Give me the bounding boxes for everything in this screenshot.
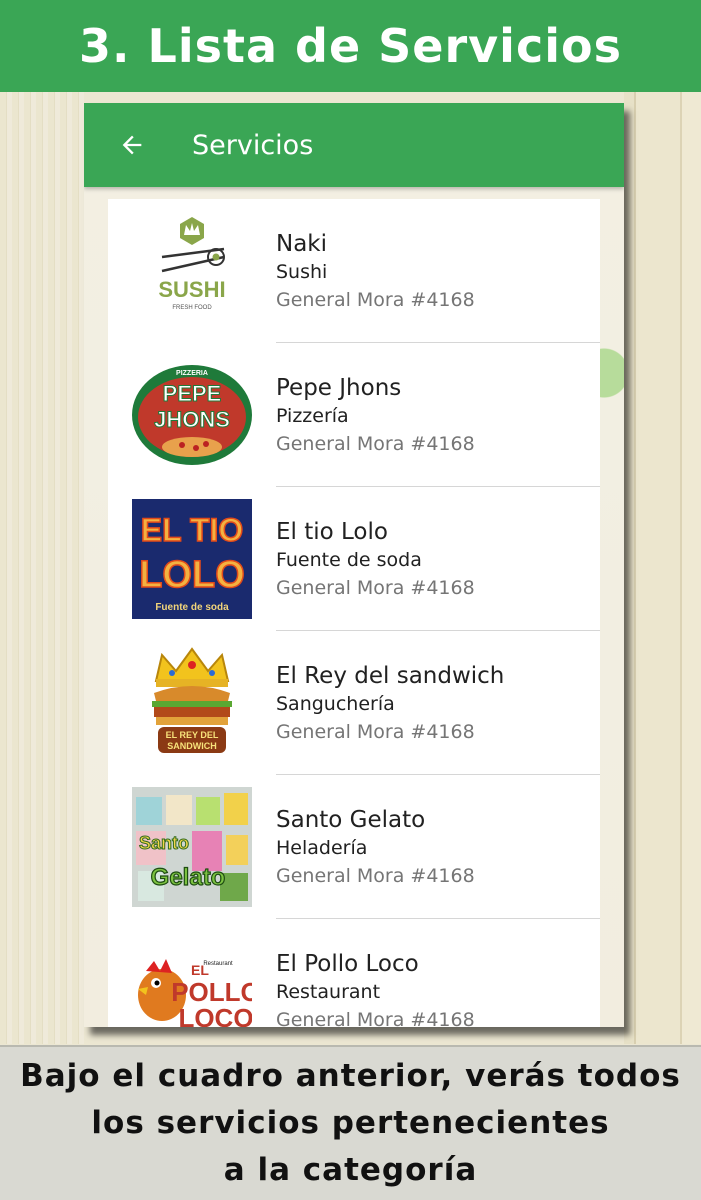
service-name: Pepe Jhons xyxy=(276,375,402,401)
caption-line-1: Bajo el cuadro anterior, verás todos xyxy=(20,1058,681,1094)
service-category: Pizzería xyxy=(276,405,349,427)
svg-text:PIZZERIA: PIZZERIA xyxy=(176,370,208,377)
service-address: General Mora #4168 xyxy=(276,1009,475,1027)
banner-title: 3. Lista de Servicios xyxy=(79,19,622,73)
service-item-el-rey-del-sandwich[interactable]: EL REY DEL SANDWICH El Rey del sandwich … xyxy=(108,631,600,775)
pepe-jhons-logo: PIZZERIA PEPE JHONS xyxy=(132,355,252,475)
arrow-left-icon xyxy=(122,135,142,155)
service-item-naki[interactable]: SUSHI FRESH FOOD Naki Sushi General Mora… xyxy=(108,199,600,343)
el-tio-lolo-logo: EL TIO LOLO Fuente de soda xyxy=(132,499,252,619)
service-name: El Rey del sandwich xyxy=(276,663,505,689)
service-item-santo-gelato[interactable]: Santo Gelato Santo Gelato Heladería Gene… xyxy=(108,775,600,919)
svg-text:SANDWICH: SANDWICH xyxy=(167,741,217,751)
svg-text:LOLO: LOLO xyxy=(139,554,245,596)
phone-screen: Servicios SUSHI FRESH FOOD Naki Sushi Ge… xyxy=(84,103,624,1027)
svg-text:EL: EL xyxy=(191,962,209,978)
service-category: Fuente de soda xyxy=(276,549,422,571)
service-name: Santo Gelato xyxy=(276,807,426,833)
service-address: General Mora #4168 xyxy=(276,721,475,743)
svg-text:FRESH FOOD: FRESH FOOD xyxy=(172,305,212,311)
service-category: Heladería xyxy=(276,837,368,859)
service-category: Sushi xyxy=(276,261,328,283)
service-address: General Mora #4168 xyxy=(276,577,475,599)
service-category: Sanguchería xyxy=(276,693,395,715)
service-item-el-tio-lolo[interactable]: EL TIO LOLO Fuente de soda El tio Lolo F… xyxy=(108,487,600,631)
svg-text:EL TIO: EL TIO xyxy=(141,512,244,548)
service-item-el-pollo-loco[interactable]: Restaurant EL POLLO LOCO El Pollo Loco R… xyxy=(108,919,600,1027)
service-address: General Mora #4168 xyxy=(276,865,475,887)
svg-text:EL REY DEL: EL REY DEL xyxy=(166,730,219,740)
svg-text:LOCO: LOCO xyxy=(178,1003,252,1027)
svg-text:Fuente de soda: Fuente de soda xyxy=(155,602,229,613)
service-name: El Pollo Loco xyxy=(276,951,419,977)
app-bar-title: Servicios xyxy=(192,129,314,161)
caption-box: Bajo el cuadro anterior, verás todos los… xyxy=(0,1045,701,1200)
svg-text:JHONS: JHONS xyxy=(154,407,230,432)
caption-line-3: a la categoría xyxy=(223,1152,478,1188)
service-item-pepe-jhons[interactable]: PIZZERIA PEPE JHONS Pepe Jhons Pizzería … xyxy=(108,343,600,487)
top-banner: 3. Lista de Servicios xyxy=(0,0,701,92)
svg-text:Gelato: Gelato xyxy=(151,864,226,891)
background-texture-right xyxy=(624,92,701,1044)
naki-logo: SUSHI FRESH FOOD xyxy=(132,211,252,331)
santo-gelato-logo: Santo Gelato xyxy=(132,787,252,907)
svg-text:PEPE: PEPE xyxy=(163,381,222,406)
back-button[interactable] xyxy=(84,103,180,187)
service-category: Restaurant xyxy=(276,981,381,1003)
el-pollo-loco-logo: Restaurant EL POLLO LOCO xyxy=(132,931,252,1027)
naki-logo-text: SUSHI xyxy=(158,277,225,302)
service-name: Naki xyxy=(276,231,328,257)
services-list[interactable]: SUSHI FRESH FOOD Naki Sushi General Mora… xyxy=(108,199,600,1027)
el-rey-del-sandwich-logo: EL REY DEL SANDWICH xyxy=(132,643,252,763)
service-name: El tio Lolo xyxy=(276,519,388,545)
svg-text:Santo: Santo xyxy=(139,833,189,853)
app-bar: Servicios xyxy=(84,103,624,187)
caption-line-2: los servicios pertenecientes xyxy=(91,1105,610,1141)
background-texture-left xyxy=(0,92,84,1044)
service-address: General Mora #4168 xyxy=(276,433,475,455)
service-address: General Mora #4168 xyxy=(276,289,475,311)
